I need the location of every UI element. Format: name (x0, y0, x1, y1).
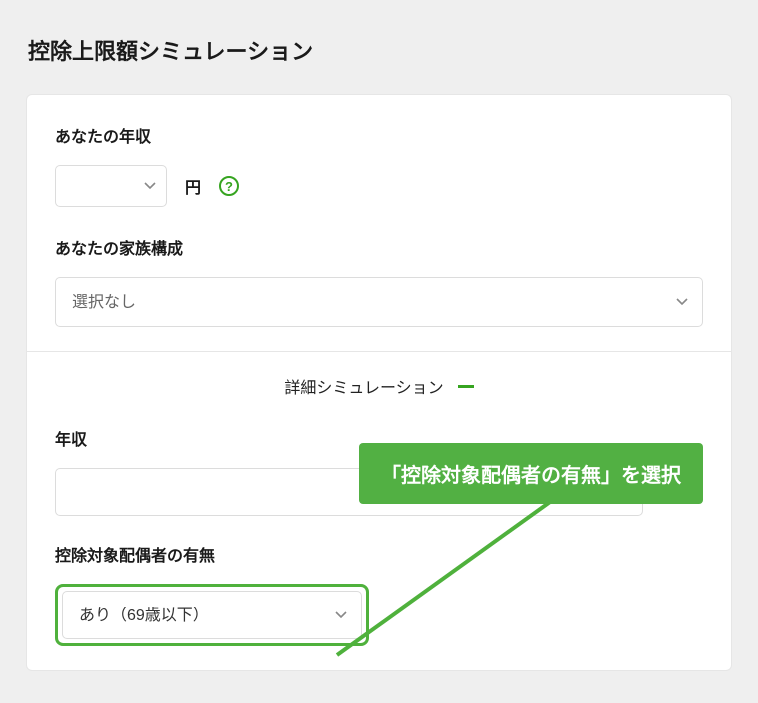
minus-icon (458, 385, 474, 388)
spouse-highlight: あり（69歳以下） (55, 584, 369, 646)
simulation-card: あなたの年収 円 ? あなたの家族構成 選択なし 詳細シミュレーション 年収 円… (26, 94, 732, 671)
family-select[interactable]: 選択なし (55, 277, 703, 327)
income-unit: 円 (185, 174, 201, 198)
detail-header[interactable]: 詳細シミュレーション (55, 352, 703, 426)
help-icon[interactable]: ? (219, 176, 239, 196)
detail-header-label: 詳細シミュレーション (284, 374, 443, 398)
family-label: あなたの家族構成 (55, 235, 703, 259)
tooltip: 「控除対象配偶者の有無」を選択 (359, 443, 703, 504)
page-title: 控除上限額シミュレーション (0, 0, 758, 66)
income-label: あなたの年収 (55, 123, 703, 147)
income-row: 円 ? (55, 165, 703, 207)
basic-section: あなたの年収 円 ? あなたの家族構成 選択なし (27, 95, 731, 351)
income-select[interactable] (55, 165, 167, 207)
spouse-select[interactable]: あり（69歳以下） (62, 591, 362, 639)
pointer-line-icon (327, 485, 607, 685)
